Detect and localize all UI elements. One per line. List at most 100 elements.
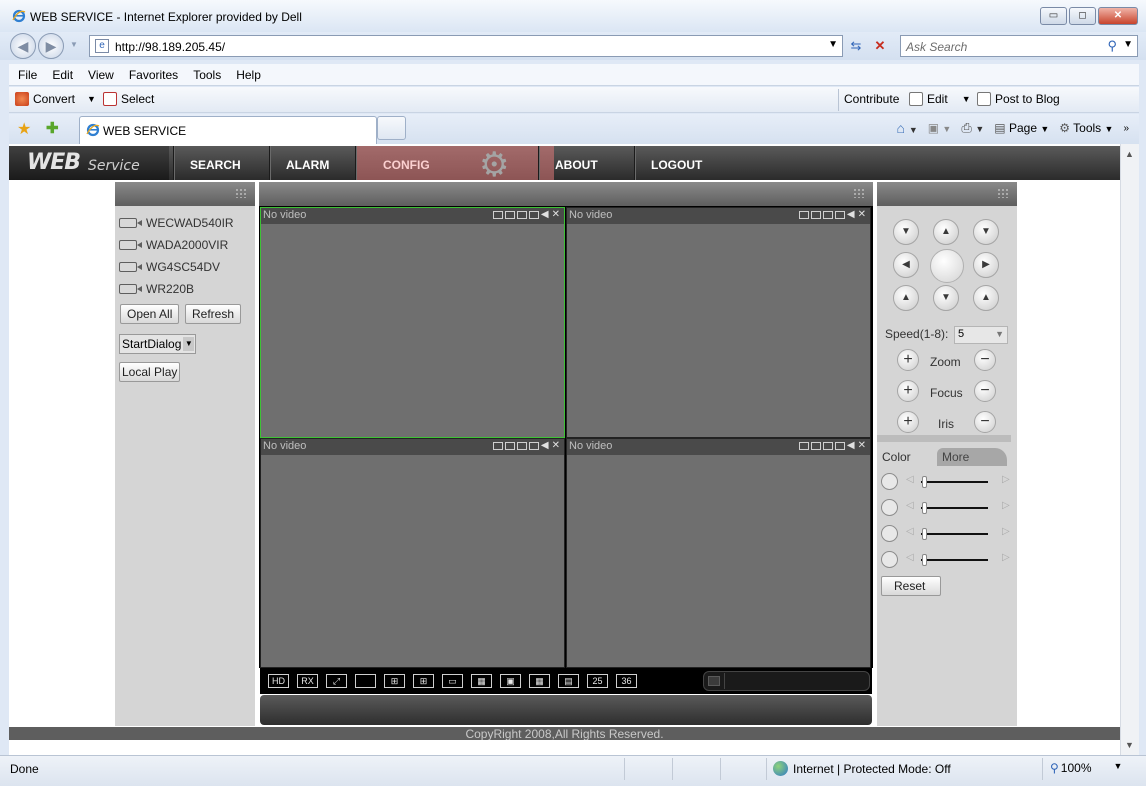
slider-knob[interactable] (708, 676, 720, 686)
tab-web-service[interactable]: WEB SERVICE (79, 116, 377, 144)
menu-file[interactable]: File (9, 64, 37, 85)
record-icon[interactable] (504, 441, 515, 450)
close-video-icon[interactable]: ✕ (858, 209, 867, 220)
address-url[interactable]: http://98.189.205.45/ (115, 40, 225, 54)
capture-icon[interactable] (834, 210, 845, 219)
tools-menu-button[interactable]: ⚙ Tools ▼ (1059, 121, 1113, 135)
ptz-center-button[interactable] (930, 249, 964, 283)
close-window-button[interactable]: ✕ (1098, 7, 1138, 25)
audio-icon[interactable]: ◀ (541, 440, 550, 451)
decrease-arrow-icon[interactable]: ◁ (906, 552, 914, 563)
increase-arrow-icon[interactable]: ▷ (1002, 526, 1010, 537)
slider-track[interactable] (921, 481, 988, 483)
slider-thumb[interactable] (922, 502, 927, 514)
device-item[interactable]: WG4SC54DV (119, 256, 234, 278)
add-favorites-icon[interactable]: ✚ (46, 119, 59, 137)
snapshot-icon[interactable] (822, 210, 833, 219)
refresh-button[interactable]: Refresh (185, 304, 242, 324)
ptz-down-right-button[interactable]: ▲ (973, 285, 999, 311)
hue-slider[interactable]: ◁ ▷ (881, 551, 1010, 569)
capture-icon[interactable] (834, 441, 845, 450)
nav-alarm[interactable]: ALARM (269, 146, 355, 180)
local-play-button[interactable]: Local Play (119, 362, 181, 382)
zoom-in-button[interactable]: + (897, 349, 919, 371)
ptz-right-button[interactable]: ▶ (973, 252, 999, 278)
audio-icon[interactable]: ◀ (541, 209, 550, 220)
zoom-out-button[interactable]: − (974, 349, 996, 371)
open-all-button[interactable]: Open All (120, 304, 180, 324)
page-menu-button[interactable]: ▤ Page ▼ (994, 121, 1049, 135)
layout-16-button[interactable]: ▦ (529, 674, 550, 688)
device-item[interactable]: WECWAD540IR (119, 212, 234, 234)
edit-button[interactable]: Edit ▼ (909, 92, 971, 106)
brightness-slider[interactable]: ◁ ▷ (881, 473, 1010, 491)
focus-far-button[interactable]: − (974, 380, 996, 402)
slider-track[interactable] (921, 559, 988, 561)
reset-button[interactable]: Reset (881, 576, 941, 596)
video-cell-2[interactable]: No video ◀ ✕ (566, 207, 871, 438)
slider-track[interactable] (921, 533, 988, 535)
snapshot-icon[interactable] (516, 441, 527, 450)
chevron-more-icon[interactable]: » (1123, 123, 1129, 134)
record-icon[interactable] (810, 210, 821, 219)
layout-25-button[interactable]: 25 (587, 674, 608, 688)
slider-track[interactable] (921, 507, 988, 509)
video-cell-1[interactable]: No video ◀ ✕ (260, 207, 565, 438)
post-to-blog-button[interactable]: Post to Blog (977, 92, 1060, 106)
record-icon[interactable] (810, 441, 821, 450)
stream-icon[interactable] (798, 210, 809, 219)
close-video-icon[interactable]: ✕ (858, 440, 867, 451)
home-icon[interactable]: ⌂ ▼ (896, 120, 917, 136)
tab-more[interactable]: More (937, 448, 1007, 466)
ptz-up-right-button[interactable]: ▼ (973, 219, 999, 245)
ptz-up-button[interactable]: ▲ (933, 219, 959, 245)
search-input[interactable]: Ask Search ⚲ ▼ (900, 35, 1138, 57)
scroll-up-icon[interactable]: ▲ (1125, 149, 1134, 159)
capture-icon[interactable] (528, 441, 539, 450)
zoom-control[interactable]: ⚲ 100% ▼ (1050, 761, 1122, 775)
menu-view[interactable]: View (79, 64, 114, 85)
decrease-arrow-icon[interactable]: ◁ (906, 474, 914, 485)
back-button[interactable]: ◀ (10, 33, 36, 59)
menu-help[interactable]: Help (227, 64, 261, 85)
ptz-up-left-button[interactable]: ▼ (893, 219, 919, 245)
menu-favorites[interactable]: Favorites (120, 64, 178, 85)
layout-6-button[interactable]: ⊞ (413, 674, 434, 688)
close-video-icon[interactable]: ✕ (552, 440, 561, 451)
security-zone[interactable]: Internet | Protected Mode: Off (773, 761, 951, 776)
zoom-dropdown-icon[interactable]: ▼ (1114, 761, 1123, 775)
nav-logout[interactable]: LOGOUT (634, 146, 734, 180)
stream-icon[interactable] (492, 210, 503, 219)
forward-button[interactable]: ▶ (38, 33, 64, 59)
print-icon[interactable]: ⎙ ▼ (961, 120, 984, 136)
layout-8-button[interactable]: ▭ (442, 674, 463, 688)
stream-icon[interactable] (798, 441, 809, 450)
slider-thumb[interactable] (922, 476, 927, 488)
capture-icon[interactable] (528, 210, 539, 219)
layout-20-button[interactable]: ▤ (558, 674, 579, 688)
minimize-button[interactable]: ▭ (1040, 7, 1067, 25)
slider-thumb[interactable] (922, 554, 927, 566)
contribute-button[interactable]: Contribute (844, 92, 899, 106)
stop-icon[interactable]: ✕ (869, 35, 891, 57)
start-dialog-select[interactable]: StartDialog ▼ (119, 334, 197, 354)
scroll-down-icon[interactable]: ▼ (1125, 740, 1134, 750)
select-button[interactable]: Select (103, 92, 154, 106)
layout-1-button[interactable] (355, 674, 376, 688)
increase-arrow-icon[interactable]: ▷ (1002, 552, 1010, 563)
layout-hd-button[interactable]: HD (268, 674, 289, 688)
edit-dropdown-icon[interactable]: ▼ (962, 94, 971, 104)
record-icon[interactable] (504, 210, 515, 219)
device-item[interactable]: WR220B (119, 278, 234, 300)
vertical-scrollbar[interactable]: ▲ ▼ (1120, 144, 1139, 755)
menu-edit[interactable]: Edit (43, 64, 73, 85)
stream-icon[interactable] (492, 441, 503, 450)
iris-close-button[interactable]: − (974, 411, 996, 433)
increase-arrow-icon[interactable]: ▷ (1002, 474, 1010, 485)
nav-about[interactable]: ABOUT (538, 146, 634, 180)
layout-4-button[interactable]: ⊞ (384, 674, 405, 688)
close-video-icon[interactable]: ✕ (552, 209, 561, 220)
focus-near-button[interactable]: + (897, 380, 919, 402)
ptz-down-button[interactable]: ▼ (933, 285, 959, 311)
video-cell-4[interactable]: No video ◀ ✕ (566, 438, 871, 668)
